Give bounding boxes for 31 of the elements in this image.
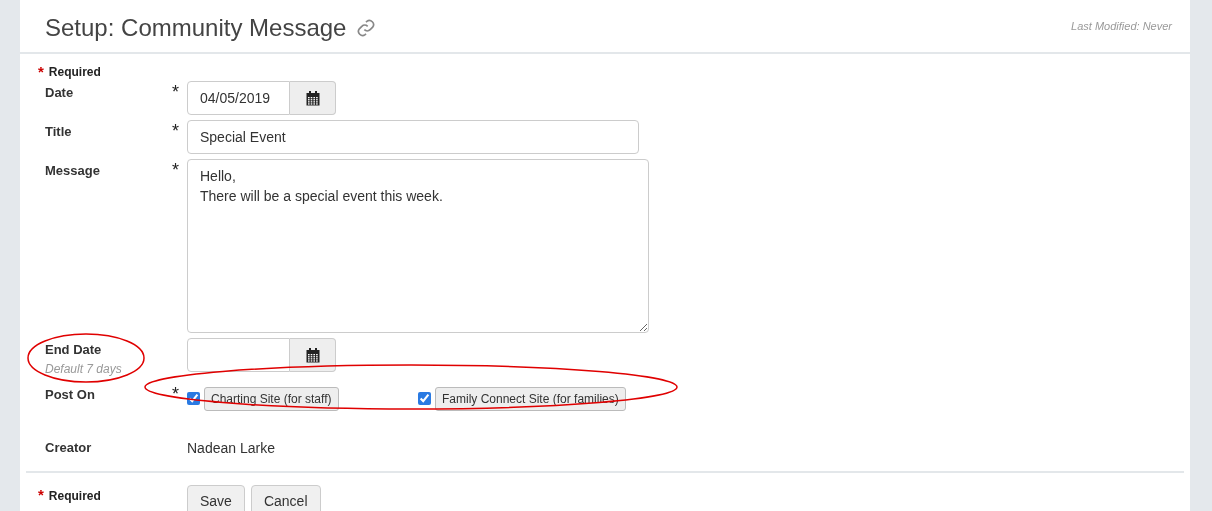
last-modified: Last Modified: Never [1071,18,1172,34]
required-note: Required [48,487,101,505]
field-label: Message [45,162,101,180]
field-label: Creator [45,438,93,457]
calendar-icon [305,347,320,363]
page-title: Setup: Community Message [45,13,347,43]
title-field[interactable]: Special Event [187,120,639,154]
required-asterisk: * [172,159,179,180]
calendar-button[interactable] [290,338,336,372]
required-note: Required [48,64,101,81]
required-asterisk: * [38,486,44,503]
calendar-icon [305,90,320,106]
creator-name: Nadean Larke [187,438,275,458]
field-label: Post On [45,385,96,404]
date-field[interactable] [187,338,290,372]
calendar-button[interactable] [290,81,336,115]
required-asterisk: * [172,120,179,141]
field-hint: Default 7 days [45,360,123,378]
field-label: End Date [45,341,103,359]
field-label: Date [45,84,75,102]
link-icon[interactable] [356,18,377,38]
checkbox[interactable] [187,392,200,405]
field-label: Title [45,123,73,141]
save-button[interactable]: Save [187,484,245,511]
cancel-button[interactable]: Cancel [250,484,321,511]
required-asterisk: * [38,61,44,82]
required-asterisk: * [172,382,179,404]
message-field[interactable]: Hello, There will be a special event this week. [187,159,649,333]
required-asterisk: * [172,81,179,102]
date-field[interactable]: 04/05/2019 [187,81,290,115]
checkbox[interactable] [418,392,431,405]
